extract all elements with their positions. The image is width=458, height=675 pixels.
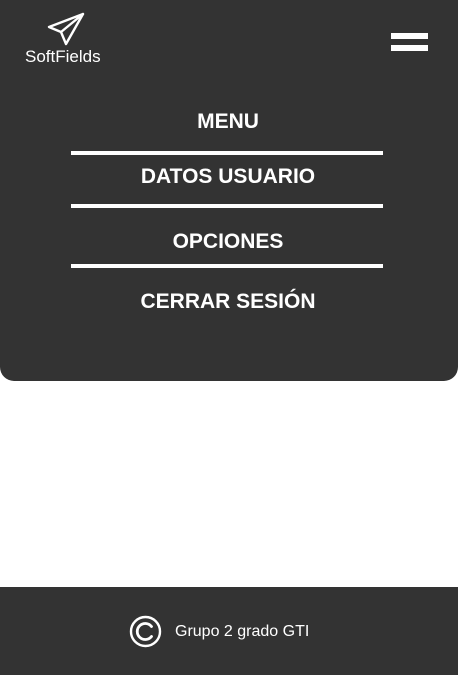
hamburger-icon-bar — [391, 45, 428, 51]
menu-divider — [71, 151, 383, 155]
logo[interactable]: SoftFields — [20, 10, 110, 68]
copyright-icon — [129, 615, 162, 648]
menu-divider — [71, 204, 383, 208]
footer: Grupo 2 grado GTI — [0, 587, 458, 675]
hamburger-icon — [391, 33, 428, 39]
footer-text: Grupo 2 grado GTI — [175, 623, 310, 640]
menu-divider — [71, 264, 383, 268]
logo-text: SoftFields — [25, 47, 101, 66]
paper-plane-icon — [47, 12, 85, 46]
menu-title: MENU — [197, 110, 259, 133]
menu-panel: SoftFields MENU DATOS USUARIO OPCIONES C… — [0, 0, 458, 381]
menu-item-opciones[interactable]: OPCIONES — [72, 229, 384, 255]
hamburger-menu-button[interactable] — [389, 31, 430, 57]
menu-item-datos-usuario[interactable]: DATOS USUARIO — [72, 164, 384, 190]
menu-item-cerrar-sesion[interactable]: CERRAR SESIÓN — [72, 289, 384, 315]
page: SoftFields MENU DATOS USUARIO OPCIONES C… — [0, 0, 458, 675]
